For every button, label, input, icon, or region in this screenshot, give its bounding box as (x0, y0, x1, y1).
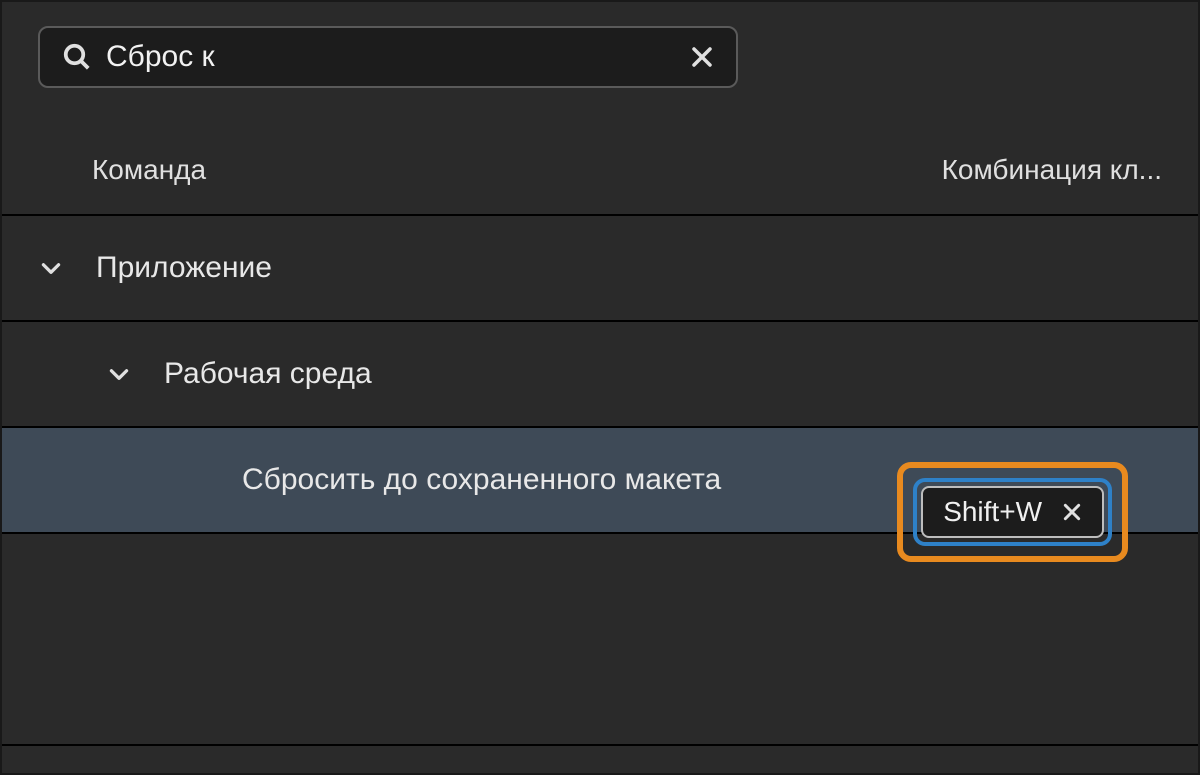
search-icon (62, 42, 92, 72)
highlight-annotation: Shift+W (897, 462, 1128, 562)
tree-row-label: Рабочая среда (164, 357, 372, 391)
chevron-down-icon (38, 255, 64, 281)
shortcut-input[interactable]: Shift+W (921, 486, 1104, 538)
search-bar (2, 2, 1198, 88)
tree-row-workspace[interactable]: Рабочая среда (2, 322, 1198, 428)
column-headers: Команда Комбинация кл... (2, 88, 1198, 214)
shortcut-focus-ring: Shift+W (913, 478, 1112, 546)
search-input[interactable] (106, 40, 676, 74)
clear-shortcut-button[interactable] (1062, 502, 1082, 522)
tree-row-application[interactable]: Приложение (2, 216, 1198, 322)
search-field (38, 26, 738, 88)
tree-row-label: Приложение (96, 251, 272, 285)
clear-search-button[interactable] (690, 45, 714, 69)
keyboard-shortcuts-panel: Команда Комбинация кл... Приложение Рабо… (0, 0, 1200, 775)
shortcut-text: Shift+W (943, 496, 1042, 528)
column-command-label: Команда (92, 154, 206, 186)
empty-space (2, 534, 1198, 744)
tree-row-label: Сбросить до сохраненного макета (242, 463, 721, 497)
chevron-down-icon (106, 361, 132, 387)
column-shortcut-label: Комбинация кл... (942, 154, 1162, 186)
